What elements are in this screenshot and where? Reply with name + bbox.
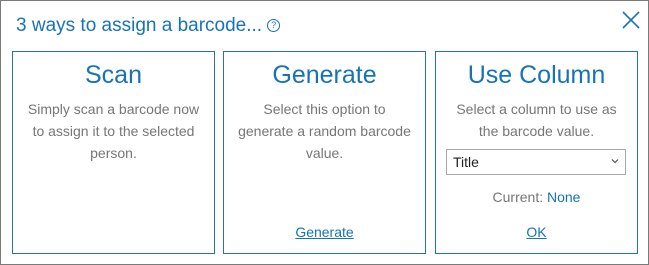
current-label: Current:	[492, 189, 544, 205]
help-icon[interactable]: ?	[267, 19, 281, 32]
generate-link[interactable]: Generate	[224, 224, 425, 240]
use-column-description: Select a column to use as the barcode va…	[456, 101, 617, 139]
use-column-title: Use Column	[467, 61, 606, 89]
chevron-down-icon	[611, 159, 619, 164]
generate-panel: Generate Select this option to generate …	[223, 51, 426, 254]
scan-panel: Scan Simply scan a barcode now to assign…	[12, 51, 215, 254]
scan-title: Scan	[85, 61, 142, 89]
assign-barcode-dialog: 3 ways to assign a barcode...? Scan Simp…	[0, 0, 649, 265]
use-column-panel: Use Column Select a column to use as the…	[435, 51, 638, 254]
column-select[interactable]: Title	[446, 149, 626, 175]
ok-link[interactable]: OK	[436, 224, 637, 240]
dialog-title: 3 ways to assign a barcode...?	[16, 15, 281, 37]
generate-description: Select this option to generate a random …	[238, 101, 411, 161]
current-column: Current: None	[436, 189, 637, 205]
scan-description: Simply scan a barcode now to assign it t…	[27, 101, 200, 161]
column-select-value: Title	[453, 154, 479, 170]
dialog-title-text: 3 ways to assign a barcode...	[16, 15, 263, 36]
generate-title: Generate	[272, 61, 377, 89]
close-icon[interactable]	[620, 9, 642, 31]
current-value: None	[547, 189, 581, 205]
